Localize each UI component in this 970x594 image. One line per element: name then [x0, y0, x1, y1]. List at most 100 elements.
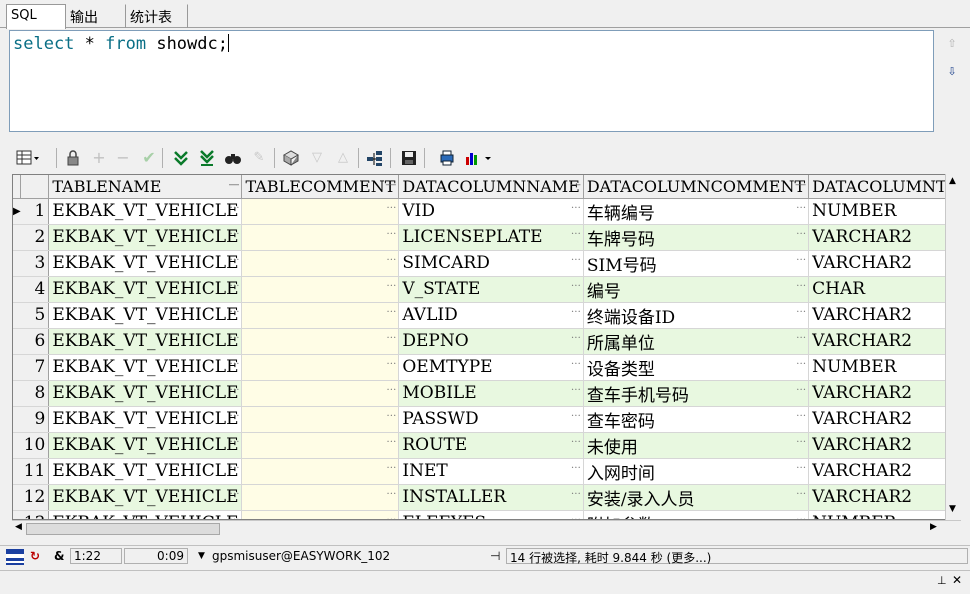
cell-editor-button[interactable]: … — [796, 356, 806, 367]
cell-editor-button[interactable]: … — [229, 278, 239, 289]
cell-editor-button[interactable]: … — [796, 486, 806, 497]
cell-tablename[interactable]: EKBAK_VT_VEHICLE… — [48, 250, 243, 277]
cell-editor-button[interactable]: … — [796, 278, 806, 289]
cell-datacolumncomment[interactable]: 设备类型… — [583, 354, 810, 381]
header-datacolumncomment[interactable]: DATACOLUMNCOMMENT — — [583, 175, 810, 199]
cell-editor-button[interactable]: … — [571, 512, 581, 520]
cell-editor-button[interactable]: … — [386, 486, 396, 497]
refresh-icon[interactable]: ↻ — [30, 549, 40, 563]
cell-editor-button[interactable]: … — [386, 512, 396, 520]
close-icon[interactable]: ✕ — [952, 573, 962, 587]
row-number[interactable]: 7 — [20, 354, 50, 381]
cell-editor-button[interactable]: … — [386, 434, 396, 445]
cell-tablecomment[interactable]: … — [241, 224, 400, 251]
cell-tablecomment[interactable]: … — [241, 328, 400, 355]
pin-window-icon[interactable]: ⊥ — [937, 574, 947, 587]
header-datacolumntype[interactable]: DATACOLUMNTY — [808, 175, 957, 199]
row-number[interactable]: 2 — [20, 224, 50, 251]
cell-datacolumncomment[interactable]: 车牌号码… — [583, 224, 810, 251]
cell-editor-button[interactable]: … — [571, 200, 581, 211]
cell-tablename[interactable]: EKBAK_VT_VEHICLE… — [48, 354, 243, 381]
fetch-next-icon[interactable] — [172, 149, 190, 167]
cell-editor-button[interactable]: … — [571, 408, 581, 419]
cell-editor-button[interactable]: … — [229, 486, 239, 497]
scroll-left-arrow-icon[interactable]: ◀ — [15, 522, 22, 532]
table-row[interactable]: 5 EKBAK_VT_VEHICLE…… AVLID… 终端设备ID… VARCHAR2 — [13, 302, 957, 329]
cell-datacolumnname[interactable]: DEPNO… — [398, 328, 584, 355]
row-number[interactable]: 8 — [20, 380, 50, 407]
cell-tablename[interactable]: EKBAK_VT_VEHICLE… — [48, 224, 243, 251]
scroll-down-icon[interactable]: ⇩ — [946, 66, 958, 78]
cell-editor-button[interactable]: … — [796, 408, 806, 419]
cell-editor-button[interactable]: … — [796, 330, 806, 341]
table-row[interactable]: 8 EKBAK_VT_VEHICLE…… MOBILE… 查车手机号码… VARCHAR… — [13, 380, 957, 407]
header-datacolumnname[interactable]: DATACOLUMNNAME — — [398, 175, 584, 199]
cell-datacolumntype[interactable]: CHAR — [808, 276, 957, 303]
cell-editor-button[interactable]: … — [229, 460, 239, 471]
cell-tablecomment[interactable]: … — [241, 354, 400, 381]
cell-datacolumntype[interactable]: NUMBER — [808, 354, 957, 381]
scroll-up-arrow-icon[interactable]: ▲ — [949, 176, 956, 186]
cell-editor-button[interactable]: … — [571, 382, 581, 393]
cell-tablename[interactable]: EKBAK_VT_VEHICLE… — [48, 198, 243, 225]
cell-tablecomment[interactable]: … — [241, 276, 400, 303]
cell-editor-button[interactable]: … — [229, 330, 239, 341]
fetch-last-icon[interactable] — [198, 149, 216, 167]
cell-editor-button[interactable]: … — [229, 434, 239, 445]
table-row[interactable]: 3 EKBAK_VT_VEHICLE…… SIMCARD… SIM号码… VARCHAR… — [13, 250, 957, 277]
binoculars-icon[interactable] — [224, 149, 242, 167]
table-row[interactable]: 10 EKBAK_VT_VEHICLE…… ROUTE… 未使用… VARCHAR2 — [13, 432, 957, 459]
cell-tablecomment[interactable]: … — [241, 484, 400, 511]
cell-datacolumncomment[interactable]: 安装/录入人员… — [583, 484, 810, 511]
cell-tablename[interactable]: EKBAK_VT_VEHICLE… — [48, 276, 243, 303]
cell-editor-button[interactable]: … — [796, 252, 806, 263]
cell-editor-button[interactable]: … — [229, 304, 239, 315]
table-row[interactable]: 6 EKBAK_VT_VEHICLE…… DEPNO… 所属单位… VARCHAR2 — [13, 328, 957, 355]
qbe-icon[interactable] — [282, 149, 300, 167]
cell-editor-button[interactable]: … — [229, 408, 239, 419]
cell-editor-button[interactable]: … — [229, 252, 239, 263]
cell-datacolumncomment[interactable]: 附加参数… — [583, 510, 810, 519]
cell-editor-button[interactable]: … — [796, 226, 806, 237]
cell-editor-button[interactable]: … — [571, 278, 581, 289]
cell-tablename[interactable]: EKBAK_VT_VEHICLE… — [48, 328, 243, 355]
cell-datacolumncomment[interactable]: 未使用… — [583, 432, 810, 459]
grid-icon[interactable] — [16, 149, 40, 167]
row-number[interactable]: 6 — [20, 328, 50, 355]
minus-icon[interactable]: − — [114, 149, 132, 167]
save-icon[interactable] — [400, 149, 418, 167]
tab-statistics[interactable]: 统计表 — [126, 4, 188, 28]
cell-datacolumnname[interactable]: V_STATE… — [398, 276, 584, 303]
cell-editor-button[interactable]: … — [229, 200, 239, 211]
cell-editor-button[interactable]: … — [571, 226, 581, 237]
cell-datacolumnname[interactable]: SIMCARD… — [398, 250, 584, 277]
table-row[interactable]: 11 EKBAK_VT_VEHICLE…… INET… 入网时间… VARCHAR2 — [13, 458, 957, 485]
cell-editor-button[interactable]: … — [571, 330, 581, 341]
cell-tablecomment[interactable]: … — [241, 250, 400, 277]
cell-editor-button[interactable]: … — [571, 356, 581, 367]
cell-tablecomment[interactable]: … — [241, 380, 400, 407]
cell-datacolumntype[interactable]: VARCHAR2 — [808, 224, 957, 251]
cell-tablecomment[interactable]: … — [241, 302, 400, 329]
cell-editor-button[interactable]: … — [796, 460, 806, 471]
cell-datacolumnname[interactable]: INSTALLER… — [398, 484, 584, 511]
row-number[interactable]: 12 — [20, 484, 50, 511]
cell-editor-button[interactable]: … — [386, 278, 396, 289]
chart-icon[interactable] — [464, 149, 494, 167]
cell-editor-button[interactable]: … — [386, 226, 396, 237]
cell-datacolumnname[interactable]: OEMTYPE… — [398, 354, 584, 381]
cell-editor-button[interactable]: … — [796, 200, 806, 211]
cell-datacolumntype[interactable]: VARCHAR2 — [808, 302, 957, 329]
cell-editor-button[interactable]: … — [571, 460, 581, 471]
substitution-icon[interactable]: & — [54, 549, 64, 563]
cell-editor-button[interactable]: … — [229, 382, 239, 393]
row-number[interactable]: 13 — [20, 510, 50, 519]
cell-editor-button[interactable]: … — [796, 304, 806, 315]
scroll-thumb[interactable] — [26, 523, 220, 535]
row-number[interactable]: 5 — [20, 302, 50, 329]
cell-editor-button[interactable]: … — [386, 382, 396, 393]
cell-tablename[interactable]: EKBAK_VT_VEHICLE… — [48, 432, 243, 459]
row-number[interactable]: 10 — [20, 432, 50, 459]
cell-datacolumntype[interactable]: VARCHAR2 — [808, 432, 957, 459]
cell-tablename[interactable]: EKBAK_VT_VEHICLE… — [48, 510, 243, 519]
